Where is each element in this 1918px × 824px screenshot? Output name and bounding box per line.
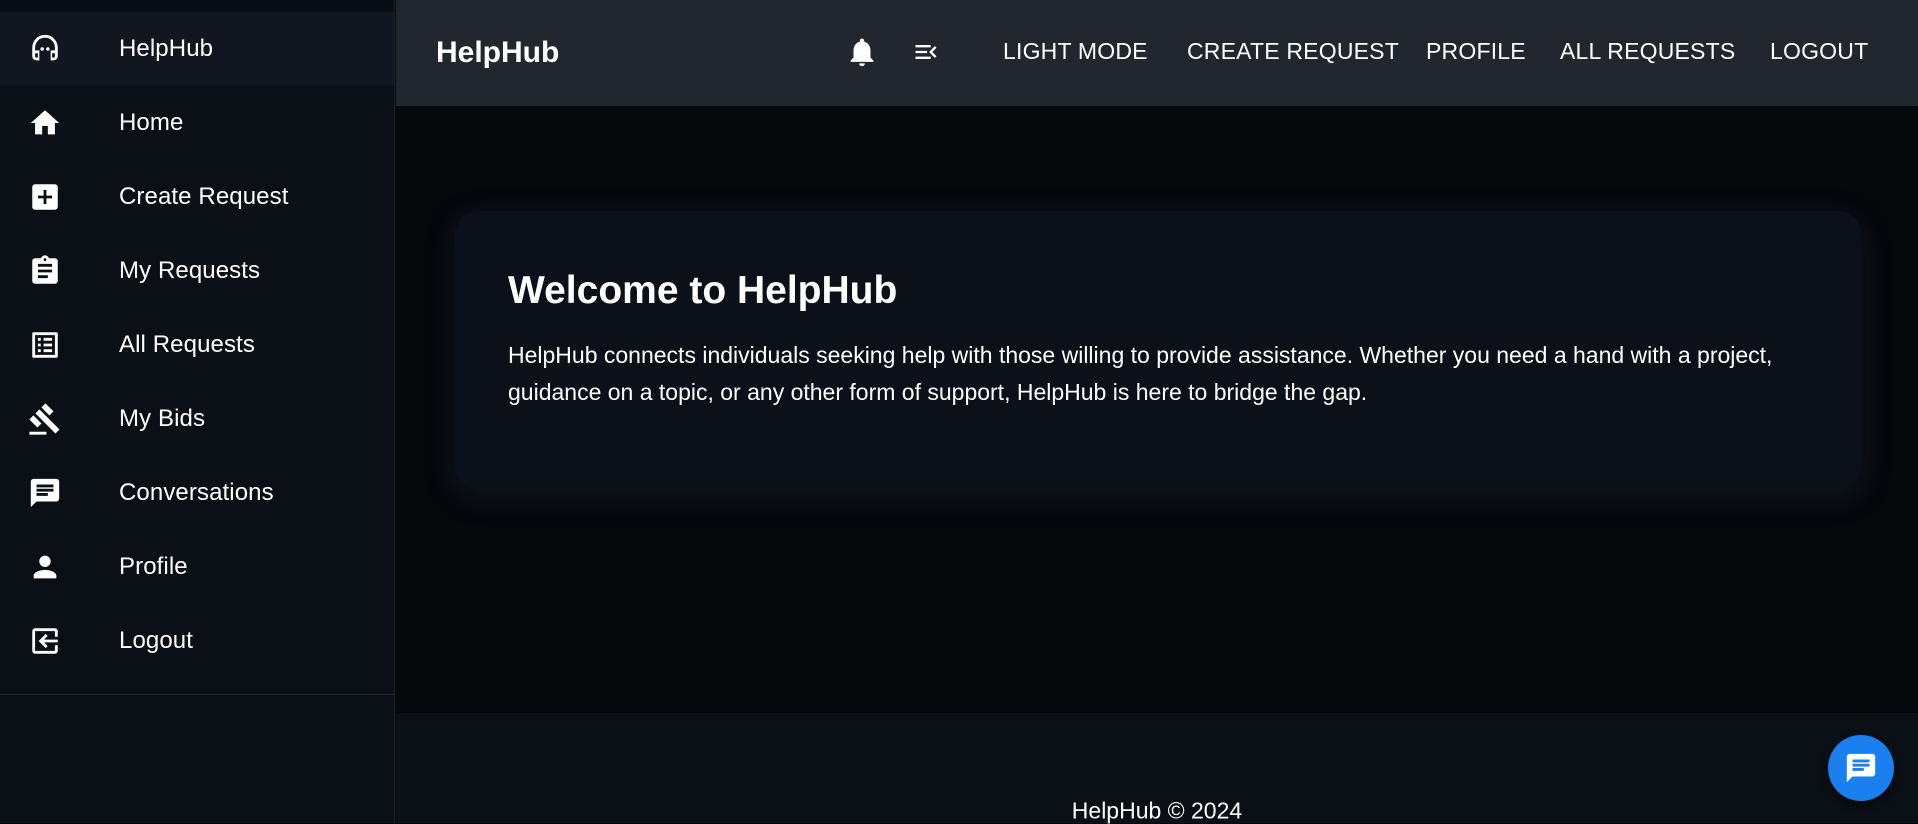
chat-icon [1846,753,1876,783]
sidebar-item-label: HelpHub [119,35,214,62]
nav-profile[interactable]: PROFILE [1426,38,1526,65]
sidebar-item-label: Create Request [119,183,289,210]
sidebar-item-label: My Requests [119,257,261,284]
sidebar-item-my-bids[interactable]: My Bids [0,382,394,456]
sidebar-item-create-request[interactable]: Create Request [0,160,394,234]
sidebar: HelpHub Home Create Request My Requests … [0,0,395,823]
welcome-title: Welcome to HelpHub [508,269,898,312]
sidebar-item-label: Profile [119,553,188,580]
main-content: Welcome to HelpHub HelpHub connects indi… [396,106,1918,713]
clipboard-icon [27,253,63,289]
menu-collapse-icon[interactable] [910,38,942,66]
welcome-card: Welcome to HelpHub HelpHub connects indi… [455,211,1861,488]
bell-icon[interactable] [845,34,879,70]
footer: HelpHub © 2024 [396,713,1918,823]
sidebar-item-label: Conversations [119,479,274,506]
sidebar-item-conversations[interactable]: Conversations [0,456,394,530]
welcome-text: HelpHub connects individuals seeking hel… [508,342,1773,405]
sidebar-item-all-requests[interactable]: All Requests [0,308,394,382]
footer-copyright: HelpHub © 2024 [1071,797,1243,823]
sidebar-top-strip [0,0,394,12]
sidebar-item-label: Home [119,109,184,136]
nav-light-mode[interactable]: LIGHT MODE [1003,38,1148,65]
person-icon [27,549,63,585]
sidebar-item-label: All Requests [119,331,255,358]
chat-button[interactable] [1828,735,1894,801]
sidebar-item-my-requests[interactable]: My Requests [0,234,394,308]
nav-create-request[interactable]: CREATE REQUEST [1187,38,1399,65]
logout-icon [27,623,63,659]
home-icon [27,105,63,141]
sidebar-item-profile[interactable]: Profile [0,530,394,604]
chat-icon [27,475,63,511]
sidebar-item-label: My Bids [119,405,206,432]
sidebar-item-home[interactable]: Home [0,86,394,160]
add-box-icon [27,179,63,215]
list-icon [27,327,63,363]
nav-all-requests[interactable]: ALL REQUESTS [1560,38,1735,65]
top-app-bar: HelpHub LIGHT MODE CREATE REQUEST PROFIL… [396,0,1918,106]
gavel-icon [27,401,63,437]
app-title[interactable]: HelpHub [436,36,559,70]
nav-logout[interactable]: LOGOUT [1770,38,1868,65]
sidebar-divider [0,694,394,695]
sidebar-item-label: Logout [119,627,194,654]
headset-icon [27,31,63,67]
sidebar-item-logout[interactable]: Logout [0,604,394,678]
sidebar-item-helphub[interactable]: HelpHub [0,12,394,86]
